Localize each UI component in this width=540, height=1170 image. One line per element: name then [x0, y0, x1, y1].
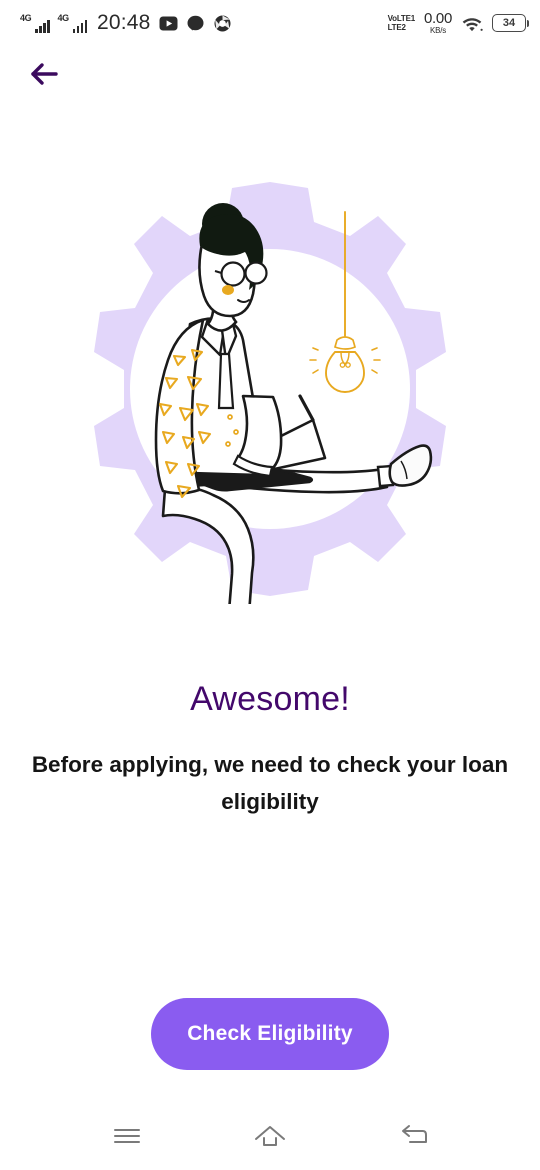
nav-home-button[interactable] — [240, 1115, 300, 1161]
back-undo-icon — [398, 1123, 428, 1154]
sim2-signal-icon: 4G — [57, 13, 87, 33]
network-speed-value: 0.00 — [424, 10, 452, 27]
youtube-icon — [159, 14, 178, 33]
network-speed-unit: KB/s — [429, 26, 447, 35]
gear-shape — [94, 182, 446, 596]
status-bar-right: VoLTE1 LTE2 0.00 KB/s 34 — [387, 11, 529, 35]
battery-level-label: 34 — [502, 17, 516, 29]
woman-on-gear-with-laptop-graphic — [94, 182, 446, 604]
check-eligibility-button[interactable]: Check Eligibility — [151, 998, 389, 1070]
status-bar-left: 4G 4G 20:48 — [20, 11, 232, 35]
cta-container: Check Eligibility — [0, 820, 540, 1106]
status-bar: 4G 4G 20:48 VoLTE1 LTE2 0.00 KB/s 34 — [0, 0, 540, 46]
page-title: Awesome! — [190, 680, 350, 718]
battery-indicator: 34 — [492, 14, 529, 32]
system-navigation-bar — [0, 1106, 540, 1170]
sim1-signal-icon: 4G — [20, 13, 50, 33]
content-block: Awesome! Before applying, we need to che… — [0, 680, 540, 820]
page-subtitle: Before applying, we need to check your l… — [31, 752, 509, 814]
person-blush — [222, 285, 234, 295]
app-bar — [0, 46, 540, 106]
sim2-network-label: 4G — [57, 13, 70, 23]
volte-sim2-label: LTE2 — [387, 23, 406, 32]
sim2-signal-bars — [72, 19, 87, 33]
sim1-network-label: 4G — [20, 13, 32, 23]
volte-indicator: VoLTE1 LTE2 — [387, 14, 416, 32]
home-outline-icon — [253, 1123, 287, 1154]
nav-back-button[interactable] — [383, 1115, 443, 1161]
network-speed-indicator: 0.00 KB/s — [424, 11, 452, 35]
arrow-left-icon — [28, 60, 60, 93]
hero-illustration — [0, 154, 540, 624]
chrome-icon — [213, 14, 232, 33]
status-bar-clock: 20:48 — [97, 11, 151, 34]
volte-sim1-label: VoLTE1 — [387, 14, 416, 23]
messenger-icon — [186, 14, 205, 33]
phone-screen: 4G 4G 20:48 VoLTE1 LTE2 0.00 KB/s 34 Awe… — [0, 0, 540, 1170]
sim1-signal-bars — [35, 19, 50, 33]
menu-lines-icon — [112, 1124, 142, 1153]
nav-recents-button[interactable] — [97, 1115, 157, 1161]
back-button[interactable] — [22, 54, 66, 98]
wifi-icon — [461, 15, 483, 32]
